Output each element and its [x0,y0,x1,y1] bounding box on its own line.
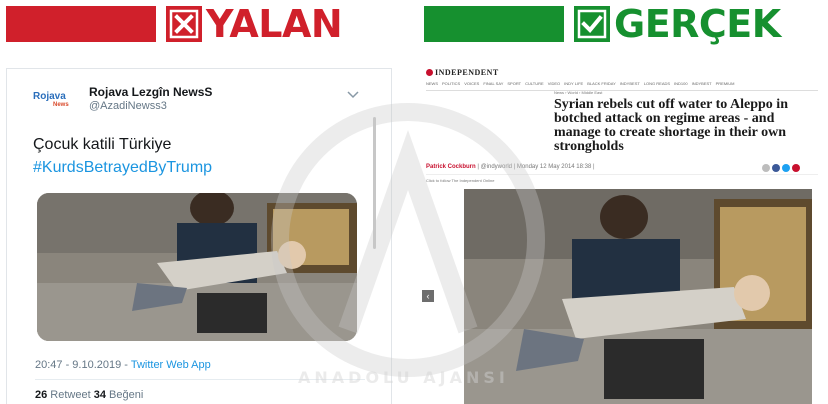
nav-item[interactable]: NEWS [426,81,438,89]
user-handle[interactable]: @AzadiNewss3 [89,100,167,112]
divider [35,379,365,380]
check-mark-icon [574,6,610,42]
byline-details: | @indyworld | Monday 12 May 2014 18:38 … [475,164,595,170]
tweet-card: Rojava News Rojava Lezgîn NewsS @AzadiNe… [6,68,392,404]
nav-item[interactable]: SPORT [507,81,521,89]
article-photo[interactable] [464,189,812,404]
eagle-icon [426,69,433,76]
avatar[interactable]: Rojava News [33,91,79,113]
prev-arrow-icon[interactable]: ‹ [422,290,434,302]
tweet-text: Çocuk katili Türkiye #KurdsBetrayedByTru… [33,133,212,179]
comment-icon[interactable] [762,164,770,172]
retweet-label[interactable]: Retweet [47,389,93,401]
tweet-timestamp[interactable]: 20:47 - 9.10.2019 - [35,359,131,371]
hashtag-link[interactable]: #KurdsBetrayedByTrump [33,156,212,179]
breadcrumb[interactable]: News › World › Middle East [554,90,602,95]
nav-item[interactable]: BLACK FRIDAY [587,81,616,89]
false-label: YALAN [206,2,343,46]
divider [426,90,818,91]
nav-item[interactable]: IND100 [674,81,688,89]
nav-item[interactable]: PREMIUM [716,81,735,89]
tweet-meta: 20:47 - 9.10.2019 - Twitter Web App [35,359,211,371]
nav-item[interactable]: VIDEO [548,81,560,89]
like-count[interactable]: 34 [94,389,106,401]
nav-item[interactable]: POLITICS [442,81,460,89]
nav-item[interactable]: FINAL SAY [483,81,503,89]
display-name[interactable]: Rojava Lezgîn NewsS [89,85,212,99]
site-nav: NEWS POLITICS VOICES FINAL SAY SPORT CULTURE V… [426,81,796,89]
nav-item[interactable]: LONG READS [644,81,670,89]
email-icon[interactable] [792,164,800,172]
nav-item[interactable]: CULTURE [525,81,544,89]
like-label[interactable]: Beğeni [106,389,143,401]
divider [426,174,818,175]
twitter-icon[interactable] [782,164,790,172]
retweet-count[interactable]: 26 [35,389,47,401]
false-banner: YALAN [6,2,398,46]
nav-item[interactable]: INDYBEST [692,81,712,89]
true-banner: GERÇEK [424,2,828,46]
masthead-text: INDEPENDENT [435,68,499,77]
facebook-icon[interactable] [772,164,780,172]
nav-item[interactable]: INDY LIFE [564,81,583,89]
nav-item[interactable]: VOICES [464,81,479,89]
follow-link[interactable]: Click to follow The Independent Online [426,178,494,183]
scrollbar[interactable] [373,117,376,249]
share-buttons [762,164,800,172]
false-banner-bar [6,6,156,42]
tweet-photo[interactable] [37,193,357,341]
article-headline: Syrian rebels cut off water to Aleppo in… [554,97,788,154]
avatar-text: Rojava [33,91,66,102]
nav-item[interactable]: INDYBEST [620,81,640,89]
avatar-subtext: News [53,102,69,108]
tweet-source-link[interactable]: Twitter Web App [131,359,211,371]
true-label: GERÇEK [614,2,781,46]
chevron-down-icon[interactable] [347,91,359,99]
author-link[interactable]: Patrick Cockburn [426,164,476,170]
true-banner-bar [424,6,564,42]
tweet-body: Çocuk katili Türkiye [33,136,172,153]
tweet-stats: 26 Retweet 34 Beğeni [35,389,143,401]
news-article: INDEPENDENT NEWS POLITICS VOICES FINAL SAY S… [422,60,822,404]
x-mark-icon [166,6,202,42]
byline: Patrick Cockburn | @indyworld | Monday 1… [426,164,595,170]
site-logo[interactable]: INDEPENDENT [426,68,499,77]
